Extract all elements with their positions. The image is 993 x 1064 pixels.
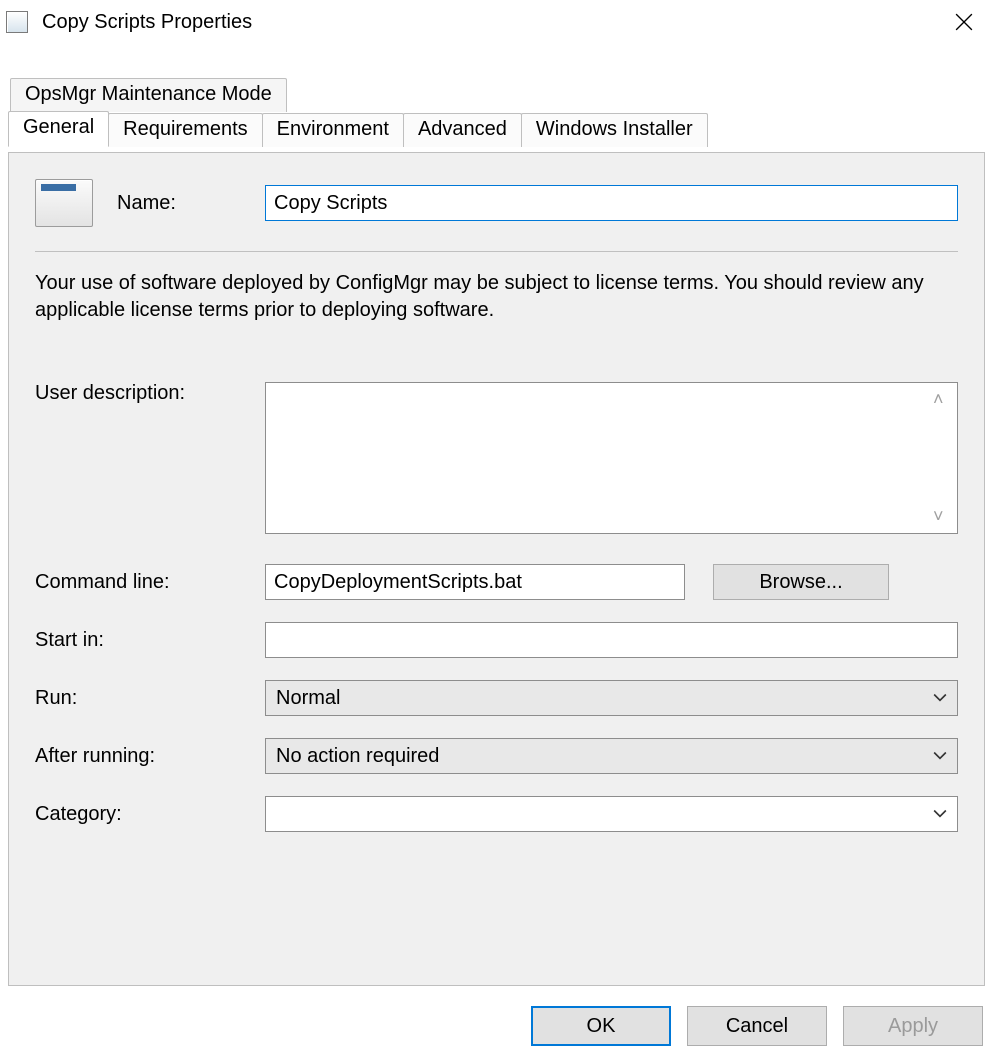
ok-button[interactable]: OK — [531, 1006, 671, 1046]
app-icon — [6, 11, 28, 33]
divider — [35, 251, 958, 252]
tab-opsmgr-maintenance-mode[interactable]: OpsMgr Maintenance Mode — [10, 78, 287, 112]
user-description-label: User description: — [35, 382, 265, 405]
tab-row-secondary: OpsMgr Maintenance Mode — [10, 78, 985, 112]
run-value: Normal — [276, 687, 340, 710]
properties-dialog: Copy Scripts Properties OpsMgr Maintenan… — [0, 0, 993, 1064]
titlebar: Copy Scripts Properties — [0, 0, 993, 44]
category-label: Category: — [35, 803, 265, 826]
program-icon — [35, 179, 93, 227]
dialog-footer: OK Cancel Apply — [531, 1006, 983, 1046]
name-row: Name: — [35, 179, 958, 227]
close-icon — [955, 13, 973, 31]
category-row: Category: — [35, 796, 958, 832]
close-button[interactable] — [941, 4, 987, 40]
user-description-row: User description: ˄ ˅ — [35, 382, 958, 534]
run-dropdown[interactable]: Normal — [265, 680, 958, 716]
chevron-down-icon — [933, 749, 947, 763]
after-running-label: After running: — [35, 745, 265, 768]
start-in-row: Start in: — [35, 622, 958, 658]
tab-requirements[interactable]: Requirements — [108, 113, 263, 147]
apply-button[interactable]: Apply — [843, 1006, 983, 1046]
tab-advanced[interactable]: Advanced — [403, 113, 522, 147]
tab-panel-general: Name: Your use of software deployed by C… — [8, 152, 985, 986]
browse-button[interactable]: Browse... — [713, 564, 889, 600]
category-dropdown[interactable] — [265, 796, 958, 832]
run-row: Run: Normal — [35, 680, 958, 716]
chevron-down-icon — [933, 807, 947, 821]
after-running-dropdown[interactable]: No action required — [265, 738, 958, 774]
user-description-wrap: ˄ ˅ — [265, 382, 958, 534]
run-label: Run: — [35, 687, 265, 710]
after-running-value: No action required — [276, 745, 439, 768]
command-line-label: Command line: — [35, 571, 265, 594]
after-running-row: After running: No action required — [35, 738, 958, 774]
tab-general[interactable]: General — [8, 111, 109, 147]
start-in-input[interactable] — [265, 622, 958, 658]
license-text: Your use of software deployed by ConfigM… — [35, 270, 958, 324]
command-line-input[interactable] — [265, 564, 685, 600]
user-description-input[interactable] — [266, 383, 929, 533]
scroll-up-icon[interactable]: ˄ — [933, 389, 951, 410]
tab-row-primary: General Requirements Environment Advance… — [8, 111, 985, 147]
name-label: Name: — [117, 192, 265, 215]
chevron-down-icon — [933, 691, 947, 705]
window-title: Copy Scripts Properties — [36, 11, 252, 34]
tab-environment[interactable]: Environment — [262, 113, 404, 147]
name-input[interactable] — [265, 185, 958, 221]
command-line-row: Command line: Browse... — [35, 564, 958, 600]
tab-windows-installer[interactable]: Windows Installer — [521, 113, 708, 147]
scroll-down-icon[interactable]: ˅ — [933, 506, 951, 527]
start-in-label: Start in: — [35, 629, 265, 652]
cancel-button[interactable]: Cancel — [687, 1006, 827, 1046]
tab-container: OpsMgr Maintenance Mode General Requirem… — [8, 78, 985, 986]
